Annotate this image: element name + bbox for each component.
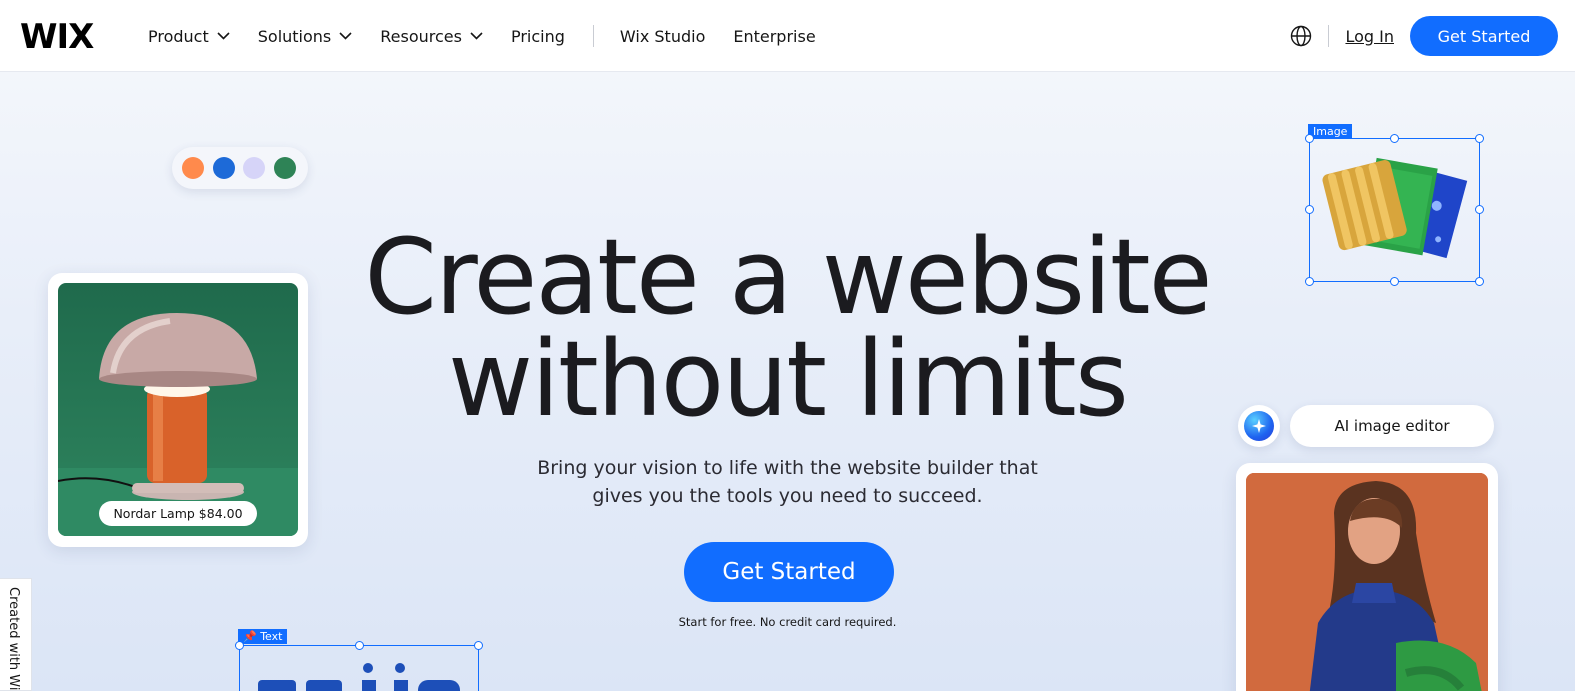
wix-logo[interactable]: WIX: [20, 17, 94, 57]
nav-item-wix-studio[interactable]: Wix Studio: [620, 27, 705, 46]
nav-actions: Log In Get Started: [1290, 16, 1558, 56]
color-swatch-blue[interactable]: [212, 157, 235, 179]
text-selection-box[interactable]: [235, 641, 483, 691]
hero-get-started-button[interactable]: Get Started: [684, 542, 894, 602]
image-element-tag: Image: [1308, 124, 1353, 139]
text-element-preview: [258, 663, 460, 691]
text-tag-label: Text: [260, 630, 283, 643]
nav-divider: [1328, 25, 1330, 47]
login-link[interactable]: Log In: [1345, 27, 1394, 46]
nav-item-resources[interactable]: Resources: [380, 27, 483, 46]
top-nav: WIX Product Solutions Resources Pricing …: [0, 0, 1575, 72]
woman-photo: [1246, 473, 1488, 691]
nav-divider: [592, 25, 594, 47]
ai-image-editor-label: AI image editor: [1290, 405, 1494, 447]
resize-handle[interactable]: [235, 641, 244, 650]
text-element-tag: 📌 Text: [238, 629, 288, 644]
color-swatch-lavender[interactable]: [243, 157, 265, 179]
color-palette: [172, 147, 308, 189]
nav-item-label: Enterprise: [733, 26, 816, 46]
woman-illustration: [1246, 473, 1488, 691]
nav-item-enterprise[interactable]: Enterprise: [733, 27, 815, 46]
created-with-wix-tab[interactable]: Created with Wix: [0, 578, 32, 691]
chevron-down-icon: [217, 32, 230, 40]
resize-handle[interactable]: [355, 641, 364, 650]
resize-handle[interactable]: [1390, 134, 1399, 143]
hero-headline-line1: Create a website: [364, 216, 1212, 338]
resize-handle[interactable]: [1305, 205, 1314, 214]
primary-nav: Product Solutions Resources Pricing Wix …: [148, 0, 844, 72]
nav-item-product[interactable]: Product: [148, 27, 230, 46]
globe-icon[interactable]: [1290, 25, 1312, 47]
nav-item-solutions[interactable]: Solutions: [258, 27, 353, 46]
pin-icon: 📌: [243, 630, 257, 643]
nav-item-label: Pricing: [510, 26, 565, 46]
ai-image-editor-pill[interactable]: AI image editor: [1238, 405, 1496, 447]
chevron-down-icon: [339, 32, 352, 40]
nav-item-label: Wix Studio: [619, 26, 706, 46]
color-swatch-orange[interactable]: [182, 157, 204, 179]
resize-handle[interactable]: [1305, 134, 1314, 143]
chevron-down-icon: [470, 32, 483, 40]
get-started-button[interactable]: Get Started: [1410, 16, 1558, 56]
resize-handle[interactable]: [1475, 134, 1484, 143]
nav-item-label: Resources: [380, 26, 462, 46]
nav-item-label: Product: [148, 26, 209, 46]
ai-icon-wrapper: [1238, 405, 1280, 447]
side-tab-label: Created with Wix: [6, 587, 21, 691]
resize-handle[interactable]: [1475, 205, 1484, 214]
sparkle-icon: [1244, 411, 1274, 441]
color-swatch-green[interactable]: [273, 157, 296, 179]
nav-item-pricing[interactable]: Pricing: [511, 27, 565, 46]
hero-section: Nordar Lamp $84.00 Image Create a websit…: [0, 72, 1575, 691]
nav-item-label: Solutions: [257, 26, 332, 46]
resize-handle[interactable]: [474, 641, 483, 650]
photo-card[interactable]: [1236, 463, 1498, 691]
